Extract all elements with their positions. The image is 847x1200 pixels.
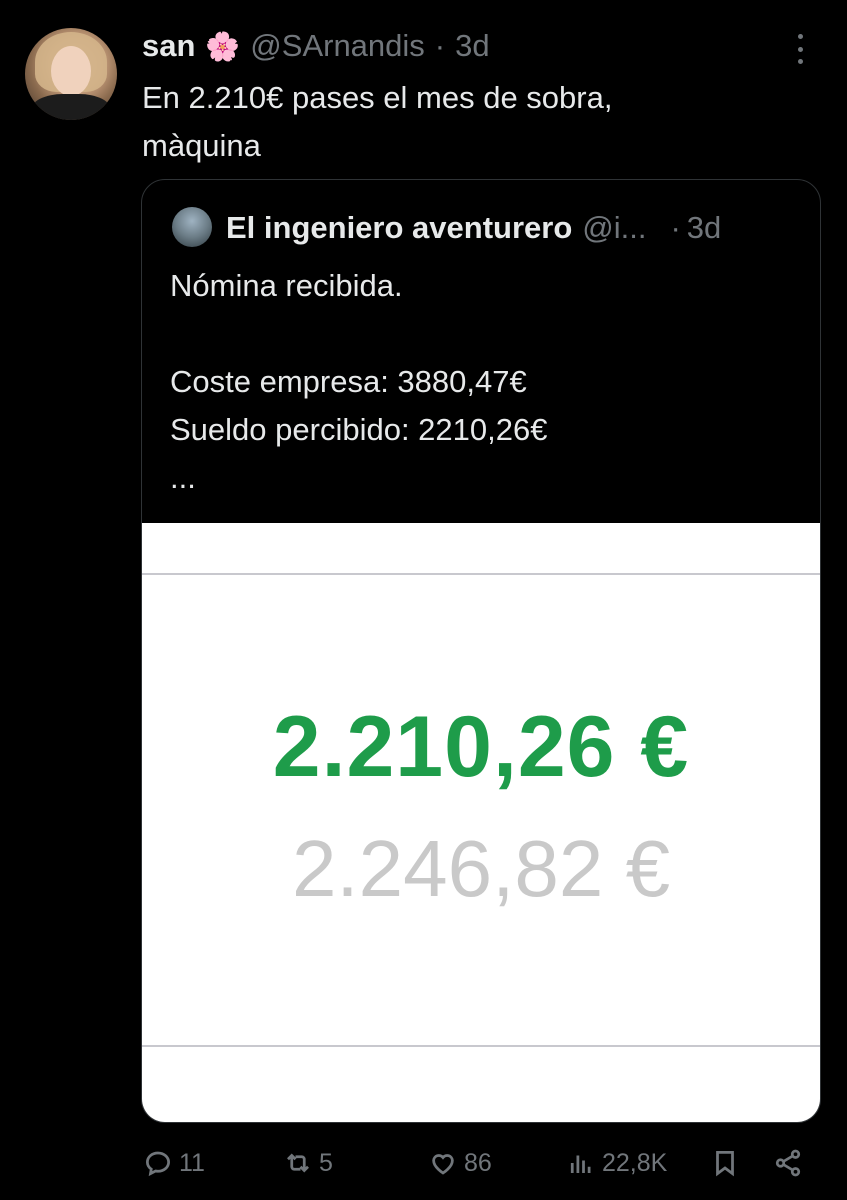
- views-button[interactable]: 22,8K: [566, 1140, 667, 1186]
- more-dot: [797, 59, 803, 64]
- separator-dot: ·: [434, 28, 446, 63]
- tweet-text: En 2.210€ pases el mes de sobra, màquina: [142, 80, 613, 163]
- share-icon: [775, 1149, 801, 1177]
- bookmark-button[interactable]: [710, 1140, 740, 1186]
- tweet-time[interactable]: 3d: [455, 28, 489, 64]
- more-dot: [797, 46, 803, 52]
- reply-icon: [145, 1151, 171, 1177]
- amount-secondary: 2.246,82 €: [291, 824, 671, 913]
- views-icon: [570, 1155, 591, 1173]
- more-icon[interactable]: [788, 34, 812, 64]
- amount-main: 2.210,26 €: [272, 699, 690, 795]
- flower-emoji: 🌸: [205, 30, 241, 62]
- tweet[interactable]: san 🌸 @SArnandis · 3d En 2.210€ pases el…: [0, 0, 847, 1200]
- image-divider: [142, 573, 820, 575]
- quote-line: Coste empresa: 3880,47€: [170, 364, 527, 399]
- quote-author-handle: @i...: [582, 210, 647, 245]
- avatar[interactable]: [25, 28, 117, 120]
- image-divider: [142, 1045, 820, 1047]
- reply-button[interactable]: 11: [143, 1140, 205, 1186]
- quote-avatar[interactable]: [172, 207, 212, 247]
- action-bar: 11 5 86 22,8K: [0, 1140, 847, 1186]
- quote-line: Sueldo percibido: 2210,26€: [170, 412, 548, 447]
- quote-line: [170, 310, 790, 358]
- quote-separator-dot: ·: [670, 210, 681, 245]
- quote-line: Nómina recibida.: [170, 268, 403, 303]
- quote-image[interactable]: 2.210,26 € 2.246,82 €: [142, 523, 820, 1122]
- share-button[interactable]: [773, 1140, 803, 1186]
- avatar-shirt: [31, 94, 111, 120]
- bookmark-icon: [716, 1151, 734, 1177]
- tweet-header: san 🌸 @SArnandis · 3d: [142, 26, 490, 66]
- quote-time: 3d: [686, 210, 722, 245]
- quoted-tweet[interactable]: El ingeniero aventurero @i... · 3d Nómin…: [141, 179, 821, 1123]
- quote-author-name: El ingeniero aventurero: [226, 210, 573, 245]
- views-count: 22,8K: [602, 1148, 668, 1177]
- quote-text: Nómina recibida. Coste empresa: 3880,47€…: [170, 262, 790, 502]
- like-icon: [432, 1154, 454, 1175]
- quote-line: ...: [170, 460, 196, 495]
- avatar-face: [51, 46, 91, 96]
- like-button[interactable]: 86: [428, 1140, 492, 1186]
- author-name[interactable]: san: [142, 28, 195, 64]
- quote-header: El ingeniero aventurero @i... · 3d: [226, 208, 796, 248]
- like-count: 86: [464, 1148, 492, 1177]
- more-dot: [797, 34, 803, 39]
- repost-count: 5: [319, 1148, 333, 1177]
- author-handle[interactable]: @SArnandis: [250, 28, 425, 64]
- reply-count: 11: [179, 1148, 205, 1177]
- repost-icon: [287, 1153, 309, 1173]
- repost-button[interactable]: 5: [283, 1140, 333, 1186]
